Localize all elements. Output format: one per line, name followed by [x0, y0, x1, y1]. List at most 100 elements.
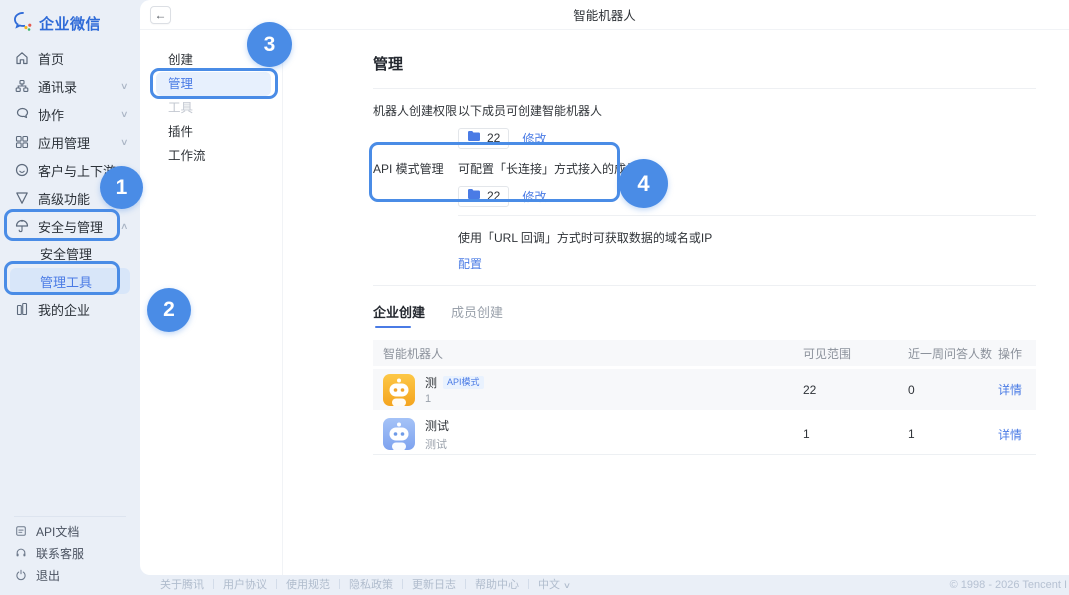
sidebar-item-label: 我的企业: [38, 300, 90, 319]
power-icon: [14, 568, 27, 583]
member-scope-chip[interactable]: 22: [458, 186, 509, 207]
wecom-logo-icon: [12, 10, 34, 37]
chevron-down-icon: ∨: [120, 109, 129, 120]
sidebar-item-label: 联系客服: [36, 545, 84, 562]
modify-link[interactable]: 修改: [522, 130, 546, 147]
setting-label: API 模式管理: [373, 161, 458, 207]
sidebar-divider: [14, 516, 126, 517]
customers-icon: [14, 163, 29, 178]
folder-icon: [467, 129, 481, 147]
sidebar-item-api-docs[interactable]: API文档: [0, 520, 140, 542]
sidebar-item-management-tools[interactable]: 管理工具: [10, 268, 130, 294]
sidebar-item-home[interactable]: 首页: [0, 44, 140, 72]
footer-link[interactable]: 隐私政策: [349, 576, 393, 592]
robot-subtitle: 测试: [425, 436, 449, 452]
chevron-down-icon: ∨: [120, 137, 129, 148]
sidebar-item-security[interactable]: 安全管理: [0, 240, 140, 267]
page-title: 智能机器人: [573, 5, 636, 24]
sidebar-item-apps[interactable]: 应用管理 ∨: [0, 128, 140, 156]
main-sidebar: 企业微信 首页 通讯录 ∨ 协作 ∨ 应用管理 ∨ 客户与上下游 ∨ 高级功能 …: [0, 0, 140, 595]
member-count: 22: [487, 189, 500, 203]
details-link[interactable]: 详情: [998, 428, 1022, 442]
configure-link[interactable]: 配置: [458, 257, 482, 271]
weekly-users-value: 0: [908, 383, 998, 397]
sidebar-item-label: API文档: [36, 523, 79, 540]
sidebar-item-label: 管理工具: [40, 272, 92, 291]
column-header: 近一周问答人数: [908, 345, 998, 362]
creation-tabs: 企业创建 成员创建: [373, 302, 1036, 328]
sidebar-item-label: 协作: [38, 105, 64, 124]
footer: 关于腾讯 用户协议 使用规范 隐私政策 更新日志 帮助中心 中文∨: [160, 576, 570, 592]
column-header: 操作: [998, 345, 1036, 362]
content-shell: ← 智能机器人 创建 管理 工具 插件 工作流 管理 机器人创建权限 以下成员可…: [140, 0, 1069, 575]
sidebar-item-label: 应用管理: [38, 133, 90, 152]
sidebar-item-label: 退出: [36, 567, 60, 584]
main-content: 管理 机器人创建权限 以下成员可创建智能机器人 22 修改 API 模式管理 可…: [283, 31, 1069, 575]
footer-link[interactable]: 关于腾讯: [160, 576, 204, 592]
secondary-item-plugins[interactable]: 插件: [140, 120, 282, 144]
secondary-sidebar: 创建 管理 工具 插件 工作流: [140, 31, 283, 575]
chevron-up-icon: ∧: [120, 221, 129, 232]
chevron-down-icon: ∨: [120, 165, 129, 176]
visible-scope-value: 1: [803, 427, 908, 441]
language-selector[interactable]: 中文∨: [538, 576, 570, 592]
api-mode-badge: API模式: [443, 376, 484, 389]
setting-description: 使用「URL 回调」方式时可获取数据的域名或IP: [458, 230, 712, 246]
sidebar-item-label: 首页: [38, 49, 64, 68]
security-umbrella-icon: [14, 219, 29, 234]
divider: [373, 88, 1036, 89]
sidebar-item-my-company[interactable]: 我的企业: [0, 295, 140, 323]
sidebar-item-logout[interactable]: 退出: [0, 564, 140, 586]
tab-company-created[interactable]: 企业创建: [373, 302, 425, 328]
secondary-item-tools: 工具: [140, 96, 282, 120]
weekly-users-value: 1: [908, 427, 998, 441]
setting-label: [373, 230, 458, 273]
caret-down-icon: ∨: [563, 581, 571, 590]
secondary-item-workflow[interactable]: 工作流: [140, 144, 282, 168]
sidebar-item-advanced[interactable]: 高级功能: [0, 184, 140, 212]
divider: [458, 215, 1036, 216]
tab-member-created[interactable]: 成员创建: [451, 302, 503, 328]
contacts-icon: [14, 79, 29, 94]
collaboration-icon: [14, 107, 29, 122]
wecom-logo[interactable]: 企业微信: [12, 10, 140, 36]
footer-link[interactable]: 更新日志: [412, 576, 456, 592]
folder-icon: [467, 187, 481, 205]
topbar: ← 智能机器人: [140, 0, 1069, 30]
robot-avatar: [383, 418, 415, 450]
details-link[interactable]: 详情: [998, 383, 1022, 397]
section-heading: 管理: [373, 53, 1036, 74]
headset-icon: [14, 546, 27, 561]
secondary-item-create[interactable]: 创建: [140, 48, 282, 72]
sidebar-item-label: 高级功能: [38, 189, 90, 208]
member-scope-chip[interactable]: 22: [458, 128, 509, 149]
footer-link[interactable]: 用户协议: [223, 576, 267, 592]
api-docs-icon: [14, 524, 27, 539]
table-row: 测 API模式 1 22 0 详情: [373, 369, 1036, 410]
sidebar-item-customers[interactable]: 客户与上下游 ∨: [0, 156, 140, 184]
sidebar-item-label: 客户与上下游: [38, 161, 116, 180]
setting-url-callback: 使用「URL 回调」方式时可获取数据的域名或IP 配置: [373, 230, 1036, 273]
footer-link[interactable]: 帮助中心: [475, 576, 519, 592]
column-header: 智能机器人: [373, 345, 803, 362]
setting-api-mode: API 模式管理 可配置「长连接」方式接入的成员 22 修改: [373, 161, 1036, 207]
sidebar-item-security-management[interactable]: 安全与管理 ∧: [0, 212, 140, 240]
brand-name: 企业微信: [39, 13, 101, 34]
robot-table: 智能机器人 可见范围 近一周问答人数 操作 测 API模式 1: [373, 340, 1036, 455]
robot-name: 测: [425, 374, 437, 391]
setting-description: 以下成员可创建智能机器人: [458, 103, 602, 119]
sidebar-item-support[interactable]: 联系客服: [0, 542, 140, 564]
setting-robot-create-permission: 机器人创建权限 以下成员可创建智能机器人 22 修改: [373, 103, 1036, 149]
back-button[interactable]: ←: [150, 6, 171, 24]
footer-link[interactable]: 使用规范: [286, 576, 330, 592]
robot-subtitle: 1: [425, 393, 484, 405]
secondary-item-manage[interactable]: 管理: [156, 72, 271, 96]
copyright-text: © 1998 - 2026 Tencent I: [950, 579, 1067, 591]
modify-link[interactable]: 修改: [522, 188, 546, 205]
sidebar-item-contacts[interactable]: 通讯录 ∨: [0, 72, 140, 100]
sidebar-item-collaboration[interactable]: 协作 ∨: [0, 100, 140, 128]
advanced-features-icon: [14, 191, 29, 206]
robot-name: 测试: [425, 417, 449, 434]
table-header: 智能机器人 可见范围 近一周问答人数 操作: [373, 340, 1036, 366]
robot-avatar: [383, 374, 415, 406]
